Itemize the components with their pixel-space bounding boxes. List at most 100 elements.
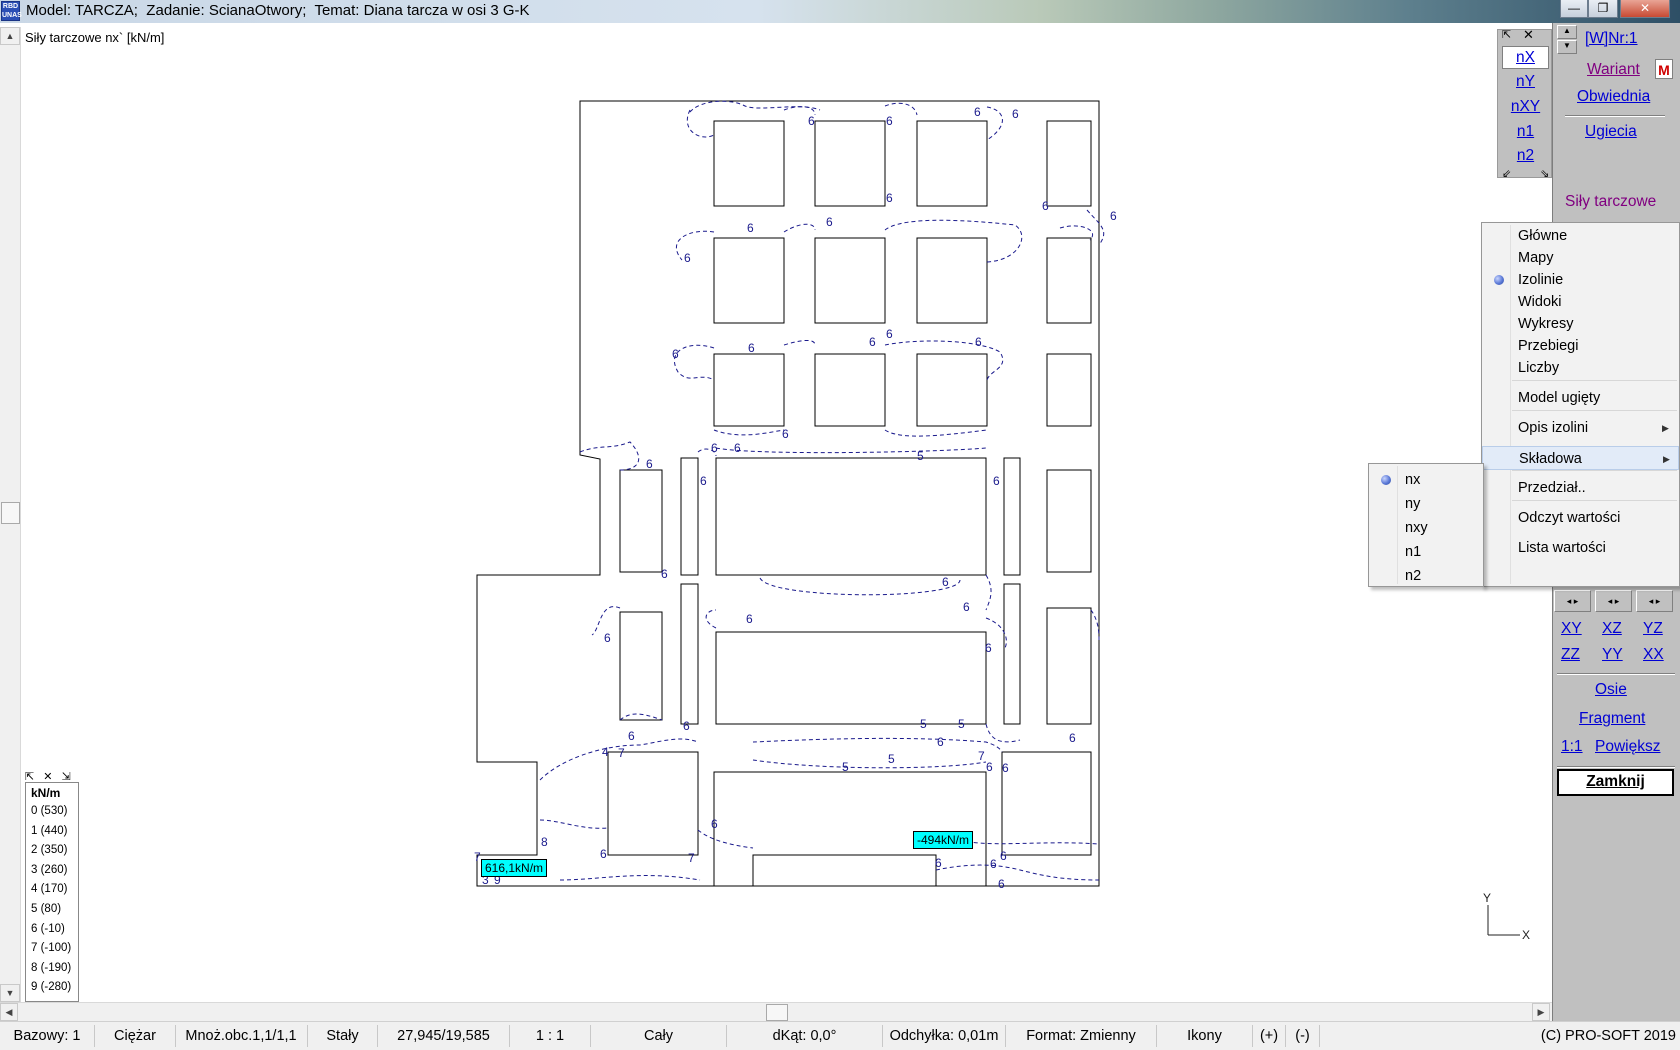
isoline-value-label: 6 bbox=[1042, 199, 1049, 213]
status-cell[interactable]: (+) bbox=[1253, 1025, 1286, 1047]
opening-rect bbox=[1046, 237, 1092, 324]
component-button-nx[interactable]: nX bbox=[1502, 46, 1549, 69]
isoline-value-label: 6 bbox=[869, 335, 876, 349]
isoline bbox=[689, 100, 821, 113]
submenu-item-label: ny bbox=[1405, 496, 1421, 512]
isoline-value-label: 6 bbox=[1012, 107, 1019, 121]
close-button[interactable]: ✕ bbox=[1620, 0, 1670, 18]
plane-yy-button[interactable]: YY bbox=[1602, 646, 1623, 664]
status-cell[interactable]: (-) bbox=[1286, 1025, 1320, 1047]
scroll-left-button[interactable]: ◀ bbox=[0, 1003, 18, 1021]
menu-item-model-ugięty[interactable]: Model ugięty bbox=[1482, 386, 1679, 410]
axes-indicator: YX bbox=[1483, 891, 1530, 942]
opening-rect bbox=[1046, 469, 1092, 573]
menu-item-lista-wartości[interactable]: Lista wartości bbox=[1482, 536, 1679, 560]
scroll-up-button[interactable]: ▲ bbox=[0, 27, 20, 45]
menu-item-przedział-[interactable]: Przedział.. bbox=[1482, 476, 1679, 500]
submenu-item-nxy[interactable]: nxy bbox=[1369, 516, 1483, 540]
status-cell: dKąt: 0,0° bbox=[727, 1025, 883, 1047]
menu-item-główne[interactable]: Główne bbox=[1482, 224, 1679, 248]
horizontal-scroll-thumb[interactable] bbox=[766, 1004, 788, 1021]
context-menu: Główne Mapy Izolinie Widoki Wykresy Przebiegi… bbox=[1481, 222, 1680, 587]
isoline bbox=[591, 606, 1007, 651]
isoline-path bbox=[713, 429, 988, 437]
submenu-item-label: n1 bbox=[1405, 544, 1422, 560]
isoline bbox=[713, 429, 988, 437]
scroll-right-button[interactable]: ▶ bbox=[1532, 1003, 1550, 1021]
toolbox-resize-left-icon[interactable]: ⇙ bbox=[1502, 167, 1511, 180]
menu-item-przebiegi[interactable]: Przebiegi bbox=[1482, 334, 1679, 358]
submenu-item-n2[interactable]: n2 bbox=[1369, 564, 1483, 588]
zamknij-button[interactable]: Zamknij bbox=[1557, 769, 1674, 796]
plane-zz-button[interactable]: ZZ bbox=[1561, 646, 1580, 664]
plane-xz-button[interactable]: XZ bbox=[1602, 620, 1622, 638]
toolbox-resize-right-icon[interactable]: ⇘ bbox=[1540, 167, 1549, 180]
scale-1-1-link[interactable]: 1:1 bbox=[1561, 738, 1583, 756]
drawing-canvas[interactable]: Siły tarczowe nx` [kN/m] 666666666666666… bbox=[21, 27, 1552, 1002]
legend-title: kN/m bbox=[31, 786, 61, 800]
m-badge[interactable]: M bbox=[1655, 59, 1673, 79]
component-button-n1[interactable]: n1 bbox=[1502, 121, 1549, 144]
opening-rect bbox=[1046, 353, 1092, 427]
menu-item-opis-izolini[interactable]: Opis izolini ▶ bbox=[1482, 416, 1679, 440]
submenu-item-n1[interactable]: n1 bbox=[1369, 540, 1483, 564]
menu-item-liczby[interactable]: Liczby bbox=[1482, 356, 1679, 380]
component-button-nxy[interactable]: nXY bbox=[1502, 96, 1549, 119]
osie-link[interactable]: Osie bbox=[1595, 681, 1627, 699]
vertical-scrollbar[interactable]: ▲ ▼ bbox=[0, 27, 21, 1002]
wall-drawing[interactable]: 6 66 6666 666666 6 666666 666666666 6 66 6555554 7… bbox=[21, 27, 1552, 1002]
status-cell: Mnoż.obc.1,1/1,1 bbox=[175, 1025, 308, 1047]
menu-item-label: Wykresy bbox=[1518, 316, 1574, 332]
isoline-value-label: 8 bbox=[541, 835, 548, 849]
spin-up-button[interactable]: ▲ bbox=[1557, 25, 1577, 39]
status-cell: Odchyłka: 0,01m bbox=[883, 1025, 1006, 1047]
fragment-link[interactable]: Fragment bbox=[1579, 710, 1645, 728]
component-button-n2[interactable]: n2 bbox=[1502, 145, 1549, 168]
toolbox-collapse-icon[interactable]: ⇱ bbox=[1502, 28, 1511, 41]
opening-rect bbox=[1003, 583, 1021, 725]
arrow-down-icon: ▼ bbox=[1563, 41, 1571, 50]
plane-yz-button[interactable]: YZ bbox=[1643, 620, 1663, 638]
submenu-item-ny[interactable]: ny bbox=[1369, 492, 1483, 516]
legend-row: 0 (530) bbox=[31, 805, 68, 817]
menu-item-składowa[interactable]: Składowa ▶ bbox=[1482, 446, 1679, 470]
isoline-value-label: 6 bbox=[886, 327, 893, 341]
plane-yz-arrows[interactable]: ◂ ▸ bbox=[1636, 590, 1673, 612]
isoline-value-label: 7 bbox=[978, 749, 985, 763]
opening-rect bbox=[715, 631, 987, 725]
menu-item-widoki[interactable]: Widoki bbox=[1482, 290, 1679, 314]
plane-xy-arrows[interactable]: ◂ ▸ bbox=[1554, 590, 1591, 612]
menu-item-mapy[interactable]: Mapy bbox=[1482, 246, 1679, 270]
plane-xy-button[interactable]: XY bbox=[1561, 620, 1582, 638]
menu-item-izolinie[interactable]: Izolinie bbox=[1482, 268, 1679, 292]
isoline-path bbox=[539, 737, 1003, 781]
ugiecia-link[interactable]: Ugiecia bbox=[1585, 123, 1637, 141]
arrow-down-icon: ▼ bbox=[5, 988, 15, 998]
scroll-down-button[interactable]: ▼ bbox=[0, 984, 20, 1002]
powieksz-link[interactable]: Powiększ bbox=[1595, 738, 1660, 756]
toolbox-close-icon[interactable]: ✕ bbox=[1523, 27, 1534, 43]
horizontal-scrollbar[interactable]: ◀ ▶ bbox=[0, 1002, 1552, 1021]
variant-number-link[interactable]: [W]Nr:1 bbox=[1585, 30, 1638, 48]
isoline-value-label: 6 bbox=[700, 474, 707, 488]
component-button-ny[interactable]: nY bbox=[1502, 71, 1549, 94]
vertical-scroll-thumb[interactable] bbox=[1, 502, 20, 524]
menu-item-wykresy[interactable]: Wykresy bbox=[1482, 312, 1679, 336]
isoline bbox=[687, 102, 1003, 141]
legend-row: 1 (440) bbox=[31, 824, 68, 837]
sily-tarczowe-link[interactable]: Siły tarczowe bbox=[1565, 193, 1656, 211]
isoline-value-label: 6 bbox=[711, 441, 718, 455]
opening-rect bbox=[916, 237, 988, 324]
plane-xx-button[interactable]: XX bbox=[1643, 646, 1664, 664]
maximize-button[interactable]: ❐ bbox=[1588, 0, 1618, 18]
plane-xz-arrows[interactable]: ◂ ▸ bbox=[1595, 590, 1632, 612]
minimize-button[interactable]: — bbox=[1560, 0, 1588, 18]
obwiednia-link[interactable]: Obwiednia bbox=[1577, 88, 1650, 106]
spin-down-button[interactable]: ▼ bbox=[1557, 40, 1577, 54]
submenu-arrow-icon: ▶ bbox=[1662, 423, 1669, 433]
submenu-item-nx[interactable]: nx bbox=[1369, 468, 1483, 492]
opening-rect bbox=[713, 120, 785, 207]
legend-row: 7 (-100) bbox=[31, 942, 72, 955]
wariant-link[interactable]: Wariant bbox=[1587, 61, 1640, 79]
menu-item-odczyt-wartości[interactable]: Odczyt wartości bbox=[1482, 506, 1679, 530]
